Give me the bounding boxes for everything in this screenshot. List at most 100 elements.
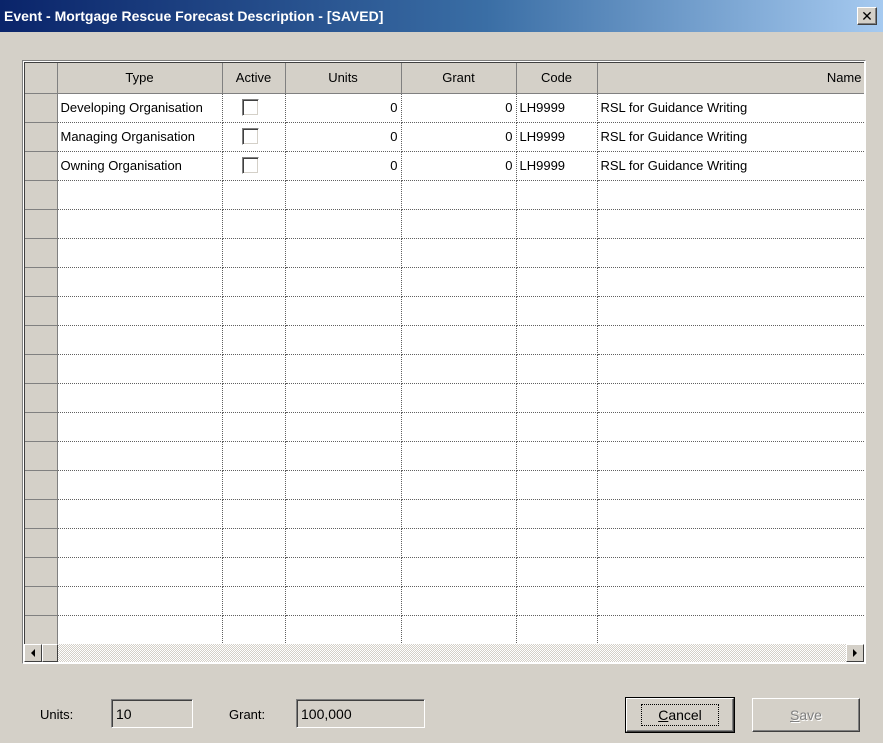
empty-cell[interactable] bbox=[597, 209, 864, 239]
empty-cell[interactable] bbox=[401, 470, 517, 500]
empty-cell[interactable] bbox=[516, 209, 598, 239]
empty-cell[interactable] bbox=[285, 470, 402, 500]
cell-type[interactable]: Managing Organisation bbox=[57, 122, 223, 152]
table-row[interactable]: Managing Organisation 0 0 LH9999 RSL for Gui… bbox=[25, 122, 864, 152]
empty-cell[interactable] bbox=[597, 528, 864, 558]
cell-grant[interactable]: 0 bbox=[401, 151, 517, 181]
empty-table-row[interactable] bbox=[25, 557, 864, 587]
row-selector[interactable] bbox=[25, 412, 58, 442]
empty-cell[interactable] bbox=[516, 354, 598, 384]
cell-units[interactable]: 0 bbox=[285, 122, 402, 152]
empty-cell[interactable] bbox=[222, 238, 286, 268]
empty-cell[interactable] bbox=[401, 267, 517, 297]
empty-cell[interactable] bbox=[285, 528, 402, 558]
empty-cell[interactable] bbox=[516, 557, 598, 587]
scroll-left-button[interactable] bbox=[24, 644, 42, 662]
empty-cell[interactable] bbox=[401, 296, 517, 326]
empty-cell[interactable] bbox=[222, 528, 286, 558]
empty-cell[interactable] bbox=[597, 267, 864, 297]
active-checkbox[interactable] bbox=[242, 99, 259, 117]
column-header-type[interactable]: Type bbox=[57, 63, 223, 94]
empty-cell[interactable] bbox=[285, 238, 402, 268]
empty-cell[interactable] bbox=[597, 238, 864, 268]
empty-table-row[interactable] bbox=[25, 180, 864, 210]
empty-cell[interactable] bbox=[222, 180, 286, 210]
cancel-button[interactable]: Cancel bbox=[625, 697, 735, 733]
empty-cell[interactable] bbox=[285, 499, 402, 529]
empty-cell[interactable] bbox=[516, 528, 598, 558]
scroll-right-button[interactable] bbox=[846, 644, 864, 662]
empty-cell[interactable] bbox=[57, 267, 223, 297]
row-selector[interactable] bbox=[25, 296, 58, 326]
empty-cell[interactable] bbox=[57, 383, 223, 413]
empty-cell[interactable] bbox=[597, 354, 864, 384]
column-header-name[interactable]: Name bbox=[597, 63, 864, 94]
cell-code[interactable]: LH9999 bbox=[516, 122, 598, 152]
row-selector[interactable] bbox=[25, 180, 58, 210]
empty-cell[interactable] bbox=[516, 238, 598, 268]
empty-cell[interactable] bbox=[401, 499, 517, 529]
cell-active[interactable] bbox=[222, 151, 286, 181]
empty-table-row[interactable] bbox=[25, 586, 864, 616]
close-button[interactable]: ✕ bbox=[857, 7, 877, 25]
empty-cell[interactable] bbox=[597, 441, 864, 471]
empty-cell[interactable] bbox=[285, 267, 402, 297]
cell-code[interactable]: LH9999 bbox=[516, 151, 598, 181]
empty-table-row[interactable] bbox=[25, 499, 864, 529]
table-row[interactable]: Developing Organisation 0 0 LH9999 RSL for G… bbox=[25, 93, 864, 123]
empty-cell[interactable] bbox=[401, 615, 517, 645]
row-selector[interactable] bbox=[25, 238, 58, 268]
cell-active[interactable] bbox=[222, 93, 286, 123]
empty-cell[interactable] bbox=[401, 354, 517, 384]
empty-cell[interactable] bbox=[401, 441, 517, 471]
row-selector[interactable] bbox=[25, 122, 58, 152]
empty-table-row[interactable] bbox=[25, 209, 864, 239]
cell-active[interactable] bbox=[222, 122, 286, 152]
empty-cell[interactable] bbox=[222, 441, 286, 471]
empty-cell[interactable] bbox=[222, 354, 286, 384]
cell-name[interactable]: RSL for Guidance Writing bbox=[597, 122, 864, 152]
column-header-active[interactable]: Active bbox=[222, 63, 286, 94]
empty-cell[interactable] bbox=[516, 180, 598, 210]
empty-cell[interactable] bbox=[222, 586, 286, 616]
horizontal-scrollbar[interactable] bbox=[24, 644, 864, 662]
empty-cell[interactable] bbox=[57, 209, 223, 239]
empty-cell[interactable] bbox=[57, 412, 223, 442]
row-selector[interactable] bbox=[25, 383, 58, 413]
empty-cell[interactable] bbox=[597, 615, 864, 645]
row-selector[interactable] bbox=[25, 470, 58, 500]
empty-cell[interactable] bbox=[401, 412, 517, 442]
empty-cell[interactable] bbox=[401, 383, 517, 413]
cell-type[interactable]: Developing Organisation bbox=[57, 93, 223, 123]
empty-cell[interactable] bbox=[597, 557, 864, 587]
column-header-units[interactable]: Units bbox=[285, 63, 402, 94]
empty-table-row[interactable] bbox=[25, 296, 864, 326]
empty-table-row[interactable] bbox=[25, 383, 864, 413]
empty-cell[interactable] bbox=[285, 180, 402, 210]
empty-cell[interactable] bbox=[516, 325, 598, 355]
empty-cell[interactable] bbox=[597, 470, 864, 500]
empty-table-row[interactable] bbox=[25, 528, 864, 558]
empty-cell[interactable] bbox=[285, 412, 402, 442]
empty-cell[interactable] bbox=[57, 296, 223, 326]
empty-cell[interactable] bbox=[57, 325, 223, 355]
empty-cell[interactable] bbox=[285, 615, 402, 645]
active-checkbox[interactable] bbox=[242, 128, 259, 146]
empty-table-row[interactable] bbox=[25, 412, 864, 442]
cell-units[interactable]: 0 bbox=[285, 151, 402, 181]
cell-name[interactable]: RSL for Guidance Writing bbox=[597, 93, 864, 123]
row-selector[interactable] bbox=[25, 93, 58, 123]
column-header-grant[interactable]: Grant bbox=[401, 63, 517, 94]
empty-cell[interactable] bbox=[516, 267, 598, 297]
row-selector[interactable] bbox=[25, 151, 58, 181]
empty-table-row[interactable] bbox=[25, 267, 864, 297]
empty-cell[interactable] bbox=[401, 557, 517, 587]
table-row[interactable]: Owning Organisation 0 0 LH9999 RSL for Guida… bbox=[25, 151, 864, 181]
empty-cell[interactable] bbox=[222, 383, 286, 413]
empty-cell[interactable] bbox=[401, 238, 517, 268]
empty-cell[interactable] bbox=[57, 354, 223, 384]
empty-table-row[interactable] bbox=[25, 238, 864, 268]
empty-cell[interactable] bbox=[222, 412, 286, 442]
empty-cell[interactable] bbox=[516, 499, 598, 529]
row-selector[interactable] bbox=[25, 586, 58, 616]
